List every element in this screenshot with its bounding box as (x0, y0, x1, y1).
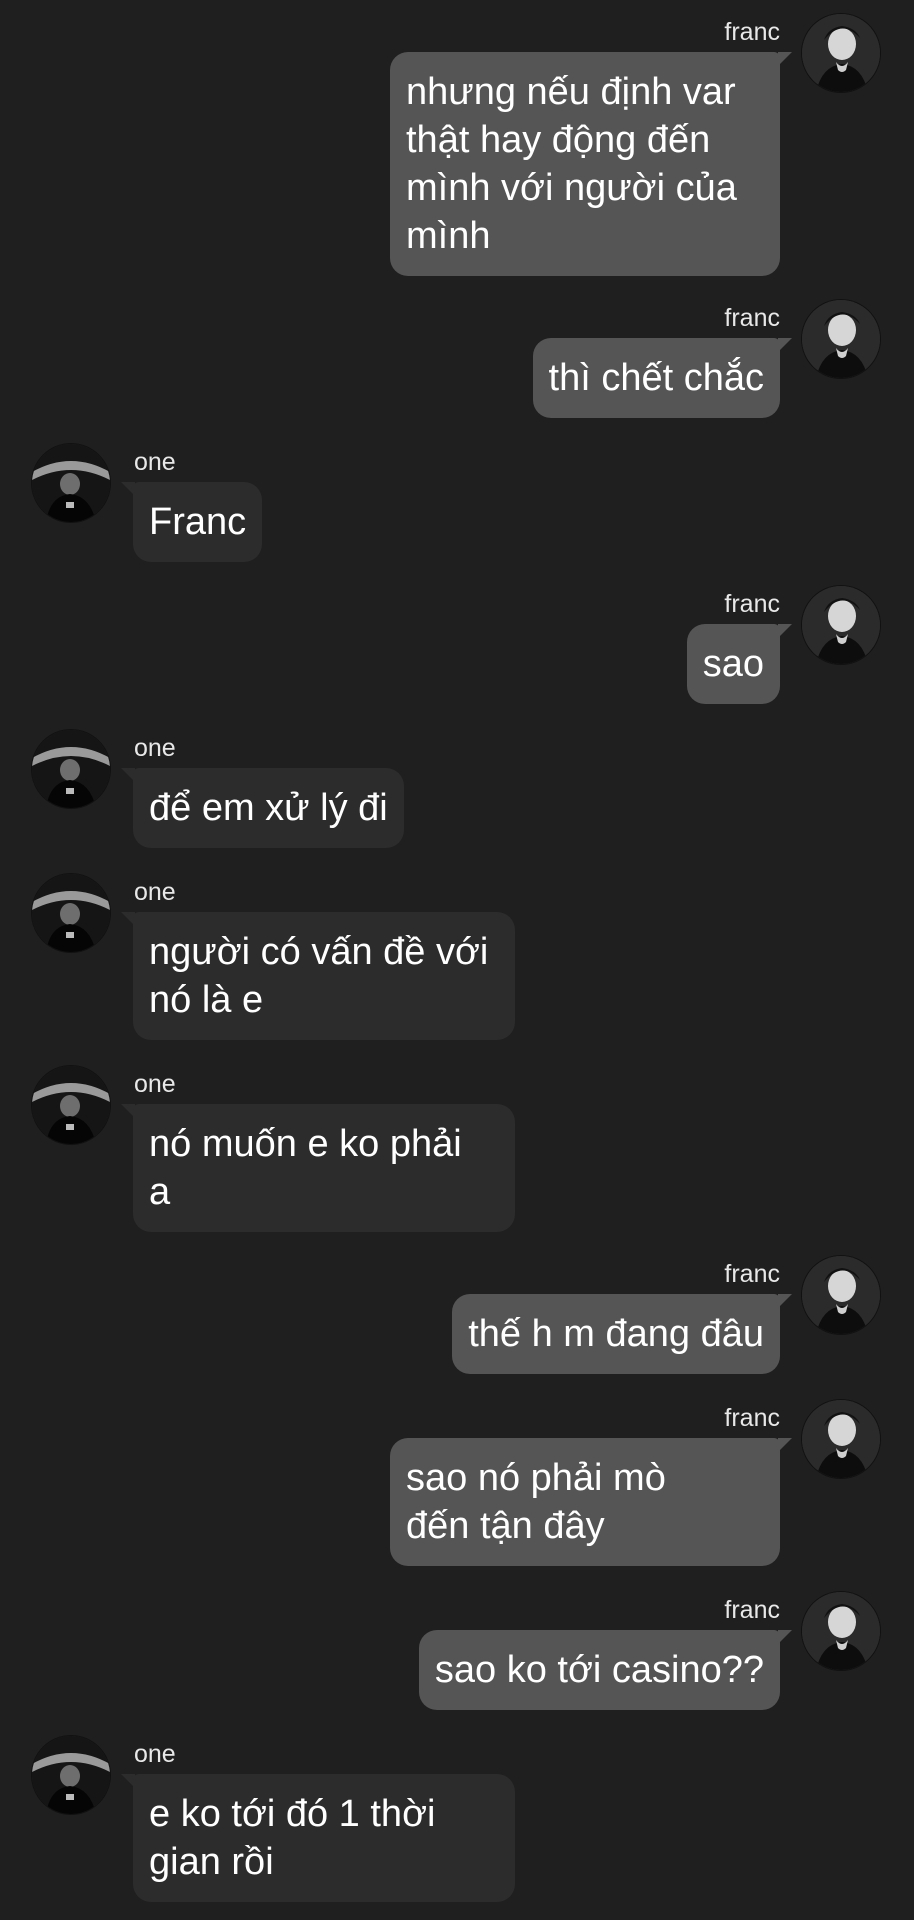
sender-name: franc (724, 590, 780, 618)
sender-name: one (134, 734, 176, 762)
sender-name: franc (724, 1596, 780, 1624)
avatar-one[interactable] (32, 1066, 110, 1144)
message-bubble[interactable]: sao nó phải mò đến tận đây (390, 1438, 792, 1566)
avatar-franc[interactable] (802, 1592, 880, 1670)
person-photo-icon (802, 1400, 880, 1478)
person-photo-icon (32, 1066, 110, 1144)
message-bubble[interactable]: Franc (120, 482, 263, 562)
message-bubble[interactable]: e ko tới đó 1 thời gian rồi (121, 1774, 515, 1902)
avatar-franc[interactable] (802, 14, 880, 92)
sender-name: franc (724, 18, 780, 46)
message-bubble[interactable]: nhưng nếu định var thật hay động đến mìn… (390, 52, 792, 276)
sender-name: one (134, 448, 176, 476)
message-bubble[interactable]: sao (686, 624, 793, 704)
person-photo-icon (32, 730, 110, 808)
sender-name: one (134, 1740, 176, 1768)
person-photo-icon (802, 586, 880, 664)
message-bubble[interactable]: để em xử lý đi (121, 768, 404, 848)
person-photo-icon (32, 1736, 110, 1814)
avatar-franc[interactable] (802, 300, 880, 378)
avatar-one[interactable] (32, 1736, 110, 1814)
sender-name: one (134, 878, 176, 906)
avatar-one[interactable] (32, 874, 110, 952)
sender-name: one (134, 1070, 176, 1098)
message-bubble[interactable]: thì chết chắc (532, 338, 793, 418)
avatar-franc[interactable] (802, 586, 880, 664)
person-photo-icon (802, 1256, 880, 1334)
avatar-franc[interactable] (802, 1400, 880, 1478)
message-bubble[interactable]: nó muốn e ko phải a (121, 1104, 515, 1232)
message-bubble[interactable]: sao ko tới casino?? (418, 1630, 793, 1710)
avatar-one[interactable] (32, 444, 110, 522)
sender-name: franc (724, 1260, 780, 1288)
person-photo-icon (802, 300, 880, 378)
person-photo-icon (802, 1592, 880, 1670)
message-bubble[interactable]: thế h m đang đâu (452, 1294, 792, 1374)
avatar-one[interactable] (32, 730, 110, 808)
person-photo-icon (802, 14, 880, 92)
person-photo-icon (32, 874, 110, 952)
message-bubble[interactable]: người có vấn đề với nó là e (121, 912, 515, 1040)
chat-thread[interactable]: franc nhưng nếu định var thật hay động đ… (0, 0, 914, 1920)
person-photo-icon (32, 444, 110, 522)
avatar-franc[interactable] (802, 1256, 880, 1334)
sender-name: franc (724, 304, 780, 332)
sender-name: franc (724, 1404, 780, 1432)
